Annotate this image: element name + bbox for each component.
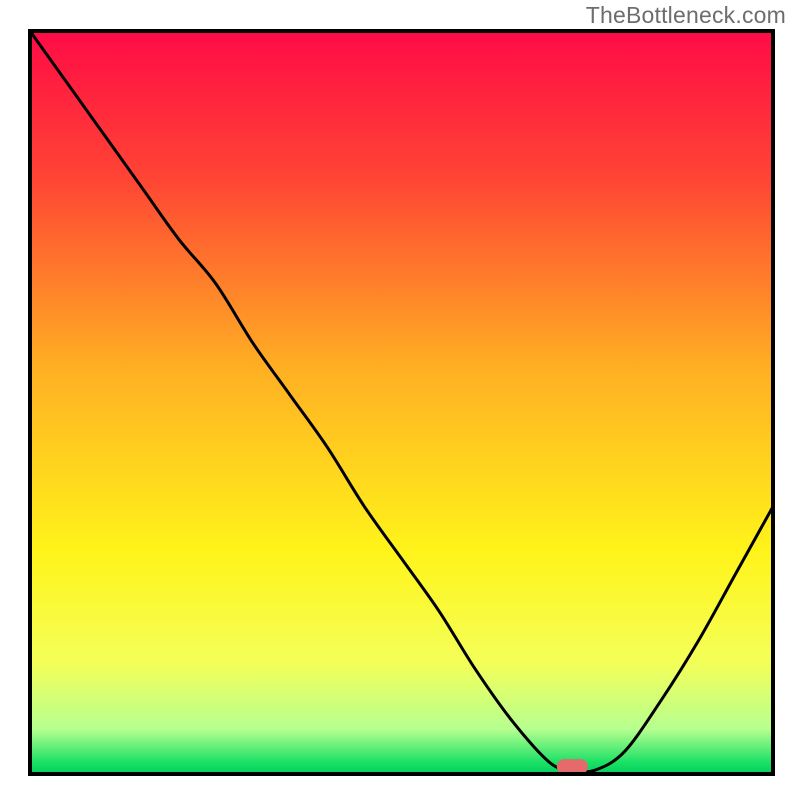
bottleneck-chart	[0, 0, 800, 800]
chart-container: { "watermark": "TheBottleneck.com", "cha…	[0, 0, 800, 800]
gradient-background	[30, 31, 773, 774]
watermark-text: TheBottleneck.com	[586, 2, 786, 29]
optimal-point-marker	[557, 759, 588, 774]
